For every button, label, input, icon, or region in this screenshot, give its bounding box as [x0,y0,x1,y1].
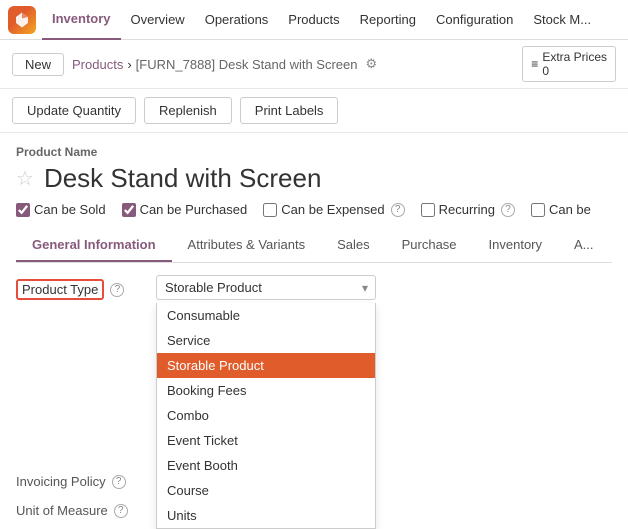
nav-item-configuration[interactable]: Configuration [426,0,523,40]
nav-item-products[interactable]: Products [278,0,349,40]
update-quantity-button[interactable]: Update Quantity [12,97,136,124]
dropdown-item-storable[interactable]: Storable Product [157,353,375,378]
checkboxes-row: Can be Sold Can be Purchased Can be Expe… [16,202,612,217]
extra-prices-button[interactable]: ≡ Extra Prices 0 [522,46,616,82]
tab-attributes-variants[interactable]: Attributes & Variants [172,229,322,262]
tab-purchase[interactable]: Purchase [386,229,473,262]
nav-item-reporting[interactable]: Reporting [350,0,426,40]
product-name-row: ☆ Desk Stand with Screen [16,163,612,194]
general-info-section: Product Type ? Storable Product Consumab… [16,263,612,518]
recurring-checkbox[interactable]: Recurring ? [421,202,515,217]
dropdown-item-booking-fees[interactable]: Booking Fees [157,378,375,403]
product-type-field-label: Product Type ? [16,275,156,300]
invoicing-policy-field-label: Invoicing Policy ? [16,470,156,489]
new-button[interactable]: New [12,53,64,76]
unit-of-measure-label-text: Unit of Measure [16,503,108,518]
product-type-input[interactable]: Storable Product Consumable Service Stor… [156,275,612,300]
dropdown-item-event-booth[interactable]: Event Booth [157,453,375,478]
app-logo[interactable] [8,6,36,34]
unit-of-measure-field-label: Unit of Measure ? [16,499,156,518]
product-name-label: Product Name [16,145,612,159]
nav-item-overview[interactable]: Overview [121,0,195,40]
product-form: Product Name ☆ Desk Stand with Screen Ca… [0,133,628,518]
dropdown-item-combo[interactable]: Combo [157,403,375,428]
action-bar: Update Quantity Replenish Print Labels [0,89,628,133]
invoicing-policy-help-icon: ? [112,475,126,489]
nav-item-operations[interactable]: Operations [195,0,279,40]
dropdown-item-event-ticket[interactable]: Event Ticket [157,428,375,453]
product-title: Desk Stand with Screen [44,163,321,194]
breadcrumb-separator: › [127,57,131,72]
favorite-star-icon[interactable]: ☆ [16,166,34,191]
product-type-help-icon: ? [110,283,124,297]
product-type-select-wrapper: Storable Product [156,275,376,300]
expensed-help-icon: ? [391,203,405,217]
replenish-button[interactable]: Replenish [144,97,232,124]
can-be-purchased-checkbox[interactable]: Can be Purchased [122,202,248,217]
tab-extra[interactable]: A... [558,229,610,262]
breadcrumb: Products › [FURN_7888] Desk Stand with S… [72,56,377,72]
extra-prices-label: Extra Prices [542,50,607,64]
can-be-expensed-checkbox[interactable]: Can be Expensed ? [263,202,404,217]
product-type-dropdown: Consumable Service Storable Product Book… [156,303,376,529]
product-type-label-text: Product Type [16,279,104,300]
tabs-row: General Information Attributes & Variant… [16,229,612,263]
can-be-sold-checkbox[interactable]: Can be Sold [16,202,106,217]
breadcrumb-current: [FURN_7888] Desk Stand with Screen [136,57,358,72]
can-be-extra-checkbox[interactable]: Can be [531,202,591,217]
product-type-row: Product Type ? Storable Product Consumab… [16,275,612,300]
dropdown-item-course[interactable]: Course [157,478,375,503]
breadcrumb-bar: New Products › [FURN_7888] Desk Stand wi… [0,40,628,89]
tab-sales[interactable]: Sales [321,229,386,262]
dropdown-item-consumable[interactable]: Consumable [157,303,375,328]
breadcrumb-left: New Products › [FURN_7888] Desk Stand wi… [12,53,377,76]
nav-item-inventory[interactable]: Inventory [42,0,121,40]
gear-icon[interactable]: ⚙ [366,56,378,72]
tab-inventory[interactable]: Inventory [473,229,558,262]
breadcrumb-products-link[interactable]: Products [72,57,123,72]
dropdown-item-service[interactable]: Service [157,328,375,353]
print-labels-button[interactable]: Print Labels [240,97,339,124]
nav-menu: Inventory Overview Operations Products R… [42,0,601,40]
extra-prices-count: 0 [542,64,607,78]
recurring-help-icon: ? [501,203,515,217]
unit-of-measure-help-icon: ? [114,504,128,518]
list-icon: ≡ [531,57,538,71]
dropdown-item-units[interactable]: Units [157,503,375,528]
invoicing-policy-label-text: Invoicing Policy [16,474,106,489]
top-navigation: Inventory Overview Operations Products R… [0,0,628,40]
tab-general-information[interactable]: General Information [16,229,172,262]
product-type-select[interactable]: Storable Product [156,275,376,300]
nav-item-stockm[interactable]: Stock M... [523,0,601,40]
